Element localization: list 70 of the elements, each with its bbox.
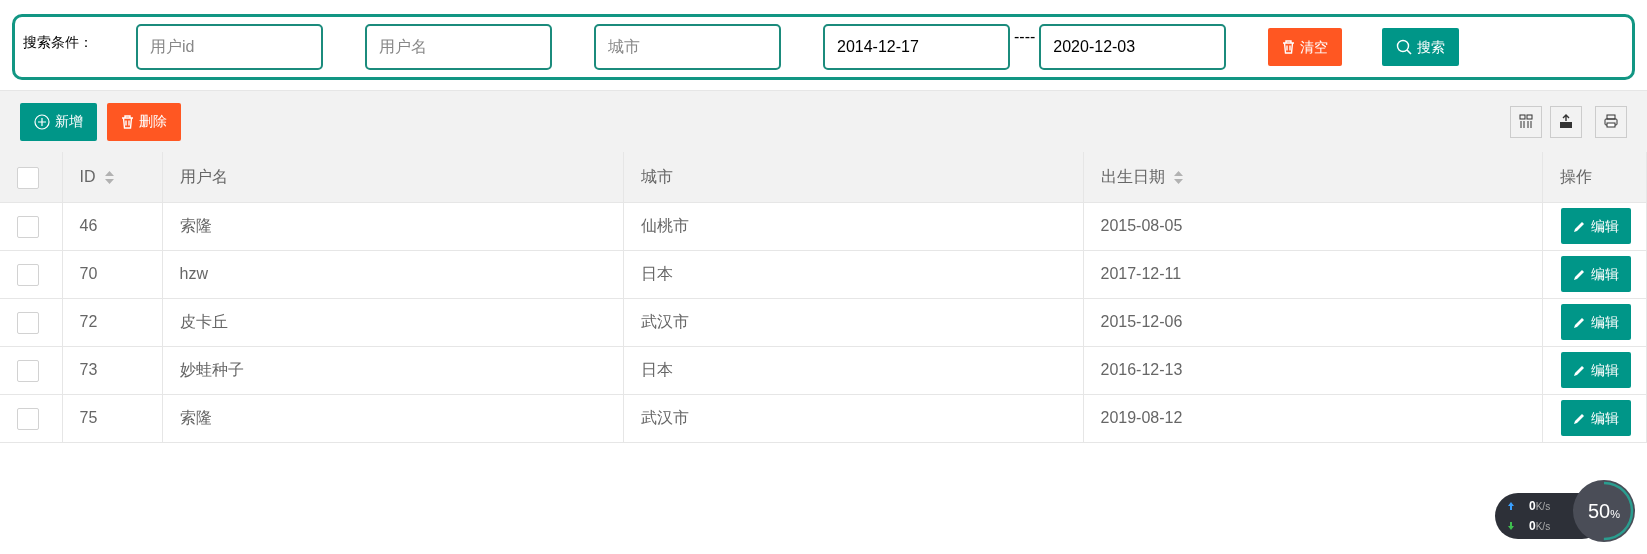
export-button[interactable] — [1549, 105, 1582, 138]
trash-icon — [1282, 40, 1296, 54]
edit-button[interactable]: 编辑 — [1560, 352, 1631, 388]
pencil-icon — [1572, 219, 1586, 233]
up-arrow-icon — [1507, 501, 1515, 511]
column-header[interactable]: 出生日期 — [1100, 167, 1165, 185]
table-cell: 72 — [79, 313, 98, 330]
speed-text: 0K/s — [1529, 518, 1551, 535]
table-cell: 妙蛙种子 — [179, 361, 244, 378]
column-header[interactable]: ID — [79, 167, 96, 185]
table-cell: 75 — [79, 409, 98, 426]
plus-circle-icon — [34, 113, 50, 130]
date-field[interactable]: 2020-12-03 — [1039, 24, 1227, 70]
usage-gauge[interactable]: 50% — [1573, 480, 1635, 542]
table-cell: 皮卡丘 — [179, 313, 228, 330]
pencil-icon — [1572, 363, 1586, 377]
table-cell: 索隆 — [179, 409, 212, 426]
trash-icon — [121, 114, 134, 129]
search-icon — [1396, 39, 1413, 55]
table-cell: 索隆 — [179, 217, 212, 234]
print-button[interactable] — [1595, 105, 1627, 138]
pencil-icon — [1572, 315, 1586, 329]
checkbox[interactable] — [17, 263, 39, 286]
table-cell: 武汉市 — [640, 409, 689, 426]
table-cell: 46 — [79, 217, 98, 234]
checkbox[interactable] — [17, 166, 39, 189]
table-cell: hzw — [179, 265, 208, 282]
date-field[interactable]: 2014-12-17 — [823, 24, 1010, 70]
search-label: 搜索条件： — [23, 33, 94, 52]
checkbox[interactable] — [17, 407, 39, 430]
range-separator: ---- — [1014, 27, 1036, 47]
table-cell: 2019-08-12 — [1100, 409, 1183, 426]
speed-text: 0K/s — [1529, 498, 1551, 515]
export-icon — [1558, 114, 1573, 129]
table-cell: 日本 — [640, 265, 673, 282]
print-icon — [1604, 114, 1618, 129]
table-cell: 70 — [79, 265, 98, 282]
table-cell: 2017-12-11 — [1100, 265, 1182, 282]
sort-icon[interactable] — [103, 170, 115, 185]
add-button[interactable]: 新增 — [20, 102, 97, 141]
table-cell: 武汉市 — [640, 313, 689, 330]
edit-button[interactable]: 编辑 — [1560, 304, 1631, 340]
column-header: 城市 — [640, 167, 673, 185]
columns-icon — [1519, 114, 1533, 129]
pencil-icon — [1572, 411, 1586, 425]
pencil-icon — [1572, 267, 1586, 281]
table-cell: 2015-12-06 — [1100, 313, 1183, 330]
search-field[interactable]: 用户id — [136, 24, 323, 70]
table-cell: 73 — [79, 361, 98, 378]
table-cell: 2016-12-13 — [1100, 361, 1183, 378]
columns-button[interactable] — [1510, 105, 1542, 138]
table-cell: 仙桃市 — [640, 217, 689, 234]
search-field[interactable]: 城市 — [594, 24, 781, 70]
sort-icon[interactable] — [1172, 170, 1184, 185]
checkbox[interactable] — [17, 311, 39, 334]
delete-button[interactable]: 删除 — [107, 102, 181, 141]
column-header: 用户名 — [179, 167, 228, 185]
table-cell: 2015-08-05 — [1100, 217, 1183, 234]
checkbox[interactable] — [17, 359, 39, 382]
usage-percent: 50% — [1588, 499, 1620, 524]
column-header: 操作 — [1559, 167, 1592, 185]
checkbox[interactable] — [17, 215, 39, 238]
search-button[interactable]: 搜索 — [1382, 28, 1460, 66]
search-field[interactable]: 用户名 — [365, 24, 552, 70]
edit-button[interactable]: 编辑 — [1560, 400, 1631, 436]
down-arrow-icon — [1507, 521, 1515, 531]
table-cell: 日本 — [640, 361, 673, 378]
clear-button[interactable]: 清空 — [1268, 28, 1343, 66]
edit-button[interactable]: 编辑 — [1560, 208, 1631, 244]
edit-button[interactable]: 编辑 — [1560, 256, 1631, 292]
